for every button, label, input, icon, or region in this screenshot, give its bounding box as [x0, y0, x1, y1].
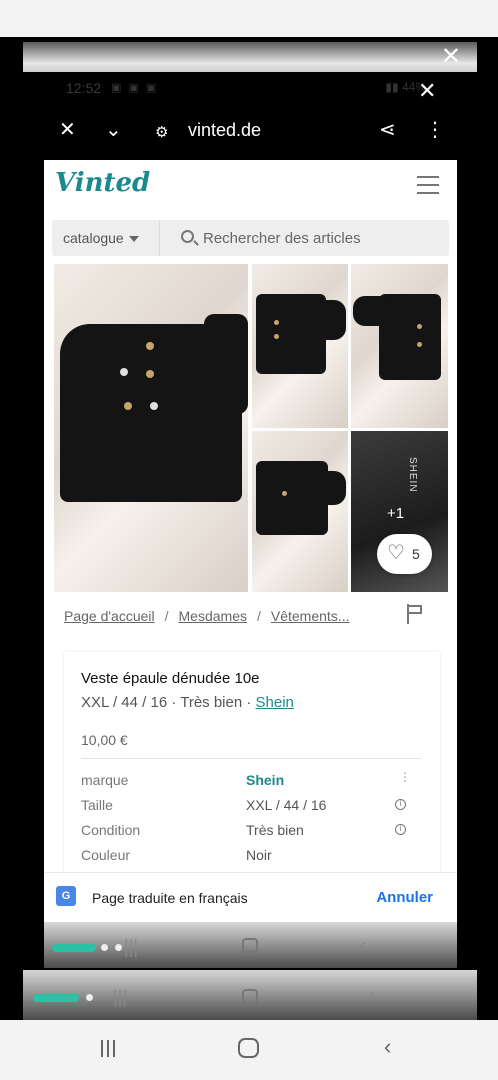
- recent-apps-icon[interactable]: |||: [113, 988, 127, 1006]
- browser-toolbar: ✕ ⌄ ⚙ vinted.de ⋖ ⋮: [43, 112, 457, 150]
- detail-row-color: Couleur Noir: [81, 847, 421, 869]
- google-translate-icon: G: [56, 886, 76, 906]
- detail-label: marque: [81, 772, 129, 788]
- back-icon[interactable]: ‹: [369, 986, 375, 1004]
- detail-value: Noir: [246, 847, 272, 863]
- heart-icon: ♡: [387, 542, 405, 564]
- photo-thumb-3[interactable]: [252, 431, 348, 592]
- info-icon[interactable]: i: [395, 799, 406, 810]
- recent-apps-icon[interactable]: [101, 1040, 119, 1058]
- hamburger-menu-icon[interactable]: [417, 176, 439, 194]
- photo-thumb-1[interactable]: [252, 264, 348, 428]
- breadcrumb: Page d'accueil / Mesdames / Vêtements...: [64, 608, 350, 624]
- photo-thumb-2[interactable]: [351, 264, 448, 428]
- search-input[interactable]: Rechercher des articles: [203, 230, 361, 247]
- item-summary: XXL / 44 / 16 · Très bien · Shein: [81, 694, 294, 711]
- close-tab-icon[interactable]: ✕: [59, 118, 76, 142]
- url-text[interactable]: vinted.de: [188, 120, 261, 141]
- breadcrumb-women[interactable]: Mesdames: [179, 608, 247, 624]
- signal-icon: ▮▮: [385, 80, 399, 94]
- search-icon: [181, 230, 194, 243]
- inner-nav-bar: ||| ‹: [44, 922, 457, 968]
- translate-bar: G Page traduite en français Annuler: [44, 872, 457, 922]
- caret-down-icon: [128, 236, 139, 243]
- home-icon[interactable]: [238, 1038, 259, 1058]
- detail-label: Couleur: [81, 847, 131, 863]
- detail-label: Condition: [81, 822, 141, 838]
- detail-row-size: Taille XXL / 44 / 16 i: [81, 797, 421, 819]
- item-price: 10,00 €: [81, 732, 128, 748]
- close-overlay-icon[interactable]: ✕: [441, 45, 461, 69]
- nav-pill-indicator: [52, 944, 96, 952]
- brand-link[interactable]: Shein: [256, 694, 294, 711]
- share-icon[interactable]: ⋖: [379, 118, 396, 142]
- photo-main[interactable]: [54, 264, 248, 592]
- site-settings-icon[interactable]: ⚙: [155, 121, 168, 145]
- detail-value-link[interactable]: Shein: [246, 772, 284, 788]
- breadcrumb-clothing[interactable]: Vêtements...: [271, 608, 350, 624]
- detail-value: XXL / 44 / 16: [246, 797, 327, 813]
- item-title: Veste épaule dénudée 10e: [81, 670, 260, 687]
- divider: [81, 758, 421, 759]
- item-size-condition: XXL / 44 / 16 · Très bien ·: [81, 694, 256, 711]
- vinted-page: Vinted catalogue Rechercher des articles: [44, 160, 457, 920]
- favorite-count: 5: [412, 546, 420, 562]
- more-vertical-icon[interactable]: ⋮: [399, 770, 411, 784]
- status-bar: 12:52 ▣ ▣ ▣ ▮▮ 44%: [66, 78, 446, 98]
- more-options-icon[interactable]: ⋮: [425, 118, 445, 142]
- home-icon[interactable]: [242, 938, 258, 953]
- recent-apps-icon[interactable]: |||: [124, 938, 138, 956]
- more-photos-count: +1: [387, 505, 405, 522]
- home-icon[interactable]: [242, 989, 258, 1004]
- system-navigation-bar: ‹: [0, 1020, 498, 1080]
- cancel-translation-button[interactable]: Annuler: [376, 889, 433, 906]
- report-flag-icon[interactable]: [406, 604, 424, 624]
- favorite-button[interactable]: ♡ 5: [377, 534, 432, 574]
- catalogue-label: catalogue: [63, 230, 124, 246]
- outer-nav-bar: ||| ‹: [23, 970, 477, 1020]
- notification-icons: ▣ ▣ ▣: [111, 82, 159, 94]
- breadcrumb-home[interactable]: Page d'accueil: [64, 608, 155, 624]
- shein-label-text: SHEIN: [407, 457, 418, 493]
- detail-value: Très bien: [246, 822, 304, 838]
- close-icon[interactable]: ✕: [418, 80, 436, 102]
- overlay-top-bar: ✕: [23, 42, 477, 72]
- translate-message: Page traduite en français: [92, 890, 248, 906]
- info-icon[interactable]: i: [395, 824, 406, 835]
- status-time: 12:52: [66, 80, 102, 96]
- back-icon[interactable]: ‹: [360, 936, 366, 954]
- detail-row-brand: marque Shein ⋮: [81, 770, 421, 794]
- back-icon[interactable]: ‹: [384, 1036, 391, 1058]
- chevron-down-icon[interactable]: ⌄: [105, 118, 122, 142]
- detail-label: Taille: [81, 797, 113, 813]
- search-bar: catalogue Rechercher des articles: [52, 220, 449, 256]
- detail-row-condition: Condition Très bien i: [81, 822, 421, 844]
- nav-pill-indicator: [33, 994, 79, 1002]
- vinted-logo[interactable]: Vinted: [55, 168, 150, 198]
- photo-gallery: SHEIN +1 ♡ 5: [54, 264, 448, 592]
- catalogue-dropdown[interactable]: catalogue: [52, 220, 160, 256]
